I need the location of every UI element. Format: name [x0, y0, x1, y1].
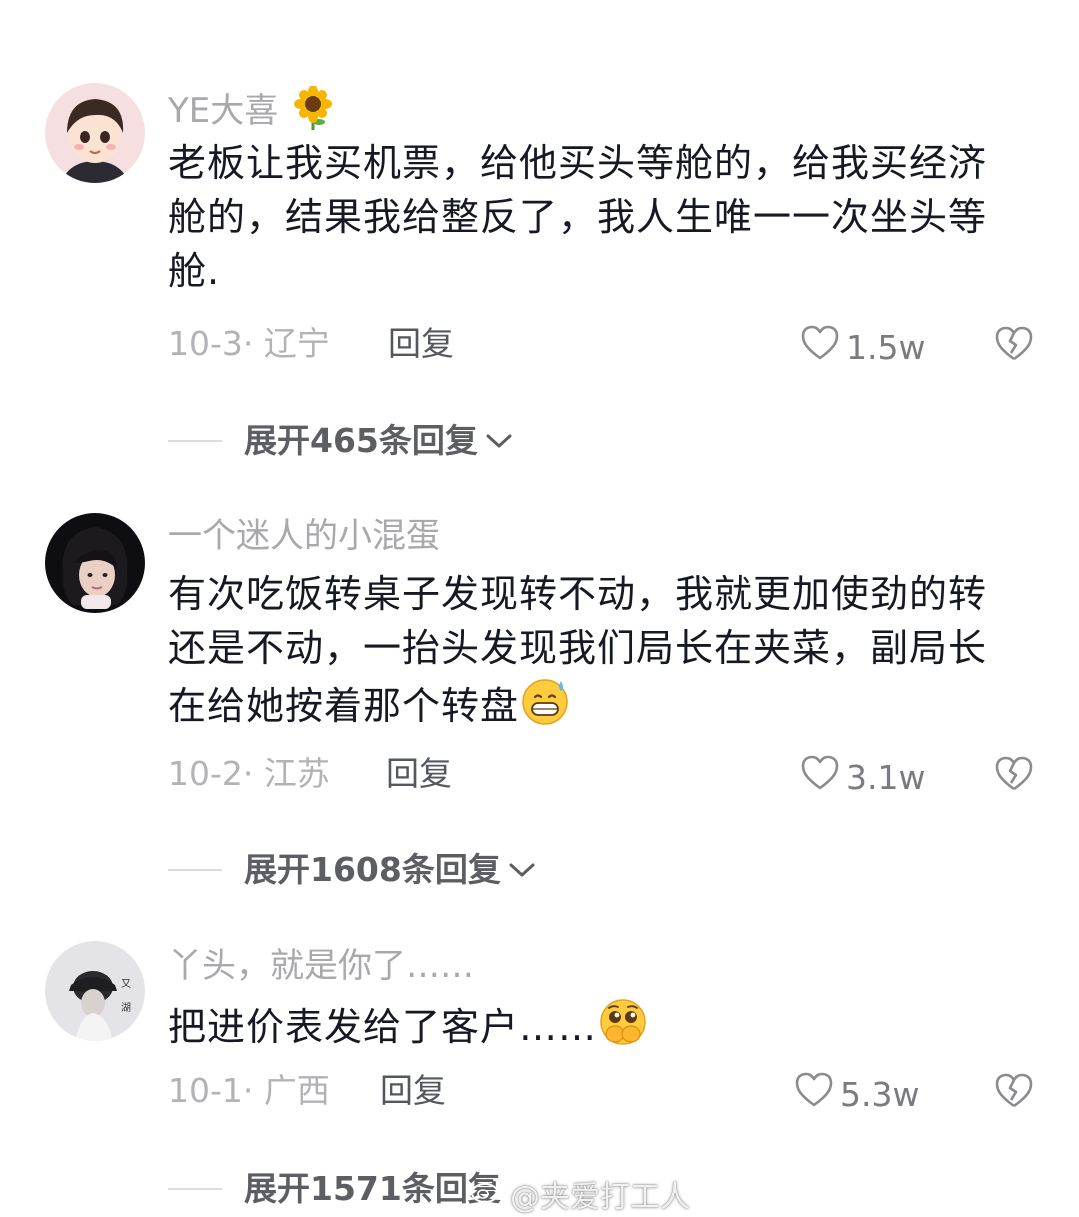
heart-icon: [800, 754, 840, 801]
watermark: @夹爱打工人: [470, 1172, 690, 1216]
like-count: 3.1w: [846, 757, 926, 797]
avatar[interactable]: 又 湖: [45, 941, 145, 1041]
weibo-icon: [470, 1176, 504, 1212]
expand-replies-label: 展开1608条回复: [244, 850, 501, 889]
grin-sweat-emoji-icon: [519, 675, 571, 727]
expand-replies-label: 展开1571条回复: [244, 1169, 501, 1208]
broken-heart-icon: [994, 1073, 1034, 1114]
comment-date-location: 10-3· 辽宁: [168, 324, 330, 363]
expand-replies[interactable]: 展开1608条回复: [168, 850, 537, 890]
like-button[interactable]: 3.1w: [800, 754, 925, 801]
chevron-down-icon: [484, 431, 514, 451]
avatar[interactable]: [45, 513, 145, 613]
like-count: 1.5w: [846, 327, 926, 367]
expand-replies[interactable]: 展开1571条回复: [168, 1169, 501, 1209]
avatar[interactable]: [45, 83, 145, 183]
divider-line: [168, 1188, 222, 1190]
comment-text-content: 有次吃饭转桌子发现转不动，我就更加使劲的转还是不动，一抬头发现我们局长在夹菜，副…: [168, 572, 988, 728]
comment-text-content: 把进价表发给了客户……: [168, 1005, 598, 1049]
svg-text:又: 又: [121, 978, 131, 990]
comment-date-location: 10-1· 广西: [168, 1071, 330, 1110]
pleading-hands-over-mouth-emoji-icon: [597, 996, 649, 1048]
dislike-button[interactable]: [994, 755, 1034, 795]
reply-button[interactable]: 回复: [388, 324, 454, 364]
like-button[interactable]: 5.3w: [794, 1071, 919, 1118]
dislike-button[interactable]: [994, 1072, 1034, 1112]
expand-replies-label: 展开465条回复: [244, 421, 478, 460]
username[interactable]: 一个迷人的小混蛋: [168, 516, 440, 556]
broken-heart-icon: [994, 756, 1034, 797]
reply-button[interactable]: 回复: [386, 754, 452, 794]
dislike-button[interactable]: [994, 325, 1034, 365]
sunflower-emoji-icon: [293, 85, 333, 139]
watermark-text: @夹爱打工人: [510, 1180, 690, 1215]
chevron-down-icon: [507, 860, 537, 880]
username[interactable]: YE大喜: [168, 85, 333, 139]
comment-text: 老板让我买机票，给他买头等舱的，给我买经济舱的，结果我给整反了，我人生唯一一次坐…: [168, 141, 988, 293]
reply-button[interactable]: 回复: [380, 1071, 446, 1111]
heart-icon: [800, 324, 840, 371]
heart-icon: [794, 1071, 834, 1118]
svg-text:湖: 湖: [121, 1002, 131, 1014]
expand-replies[interactable]: 展开465条回复: [168, 421, 514, 461]
comment-text: 把进价表发给了客户……: [168, 996, 1013, 1054]
like-button[interactable]: 1.5w: [800, 324, 925, 371]
username[interactable]: 丫头，就是你了……: [168, 946, 474, 986]
divider-line: [168, 869, 222, 871]
username-text: YE大喜: [168, 91, 279, 131]
comment-date-location: 10-2· 江苏: [168, 754, 330, 793]
broken-heart-icon: [994, 326, 1034, 367]
comment-text: 有次吃饭转桌子发现转不动，我就更加使劲的转还是不动，一抬头发现我们局长在夹菜，副…: [168, 567, 1013, 733]
divider-line: [168, 440, 222, 442]
like-count: 5.3w: [840, 1074, 920, 1114]
